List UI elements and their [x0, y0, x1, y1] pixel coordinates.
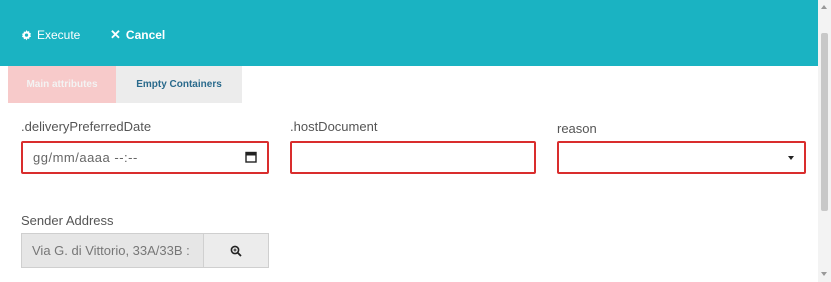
vertical-scrollbar[interactable] [818, 0, 831, 282]
tab-bar: Main attributes Empty Containers [8, 66, 242, 103]
delivery-date-input[interactable]: gg/mm/aaaa --:-- [21, 141, 269, 174]
sender-address-value: Via G. di Vittorio, 33A/33B : [32, 243, 190, 258]
host-document-label: .hostDocument [290, 119, 378, 134]
execute-button[interactable]: Execute [21, 26, 80, 44]
cancel-button[interactable]: ✕ Cancel [110, 26, 165, 44]
tab-empty-containers[interactable]: Empty Containers [116, 66, 242, 103]
delivery-date-label: .deliveryPreferredDate [21, 119, 152, 134]
close-icon: ✕ [110, 27, 121, 42]
search-icon [230, 245, 242, 257]
delivery-date-placeholder: gg/mm/aaaa --:-- [33, 150, 138, 165]
sender-address-field: Via G. di Vittorio, 33A/33B : [21, 233, 269, 268]
execute-label: Execute [37, 28, 81, 42]
tab-main-attributes[interactable]: Main attributes [8, 66, 116, 103]
cancel-label: Cancel [125, 28, 166, 42]
scrollbar-thumb[interactable] [821, 33, 828, 211]
chevron-down-icon [788, 156, 794, 160]
reason-select[interactable] [557, 141, 806, 174]
calendar-icon[interactable] [245, 151, 257, 163]
sender-address-label: Sender Address [21, 213, 114, 228]
reason-label: reason [557, 121, 597, 136]
host-document-input[interactable] [290, 141, 536, 174]
action-toolbar: Execute ✕ Cancel [0, 0, 818, 66]
gear-icon [21, 29, 32, 41]
address-search-button[interactable] [203, 234, 268, 267]
scroll-down-arrow-icon[interactable] [821, 272, 827, 276]
scroll-up-arrow-icon[interactable] [821, 5, 827, 9]
